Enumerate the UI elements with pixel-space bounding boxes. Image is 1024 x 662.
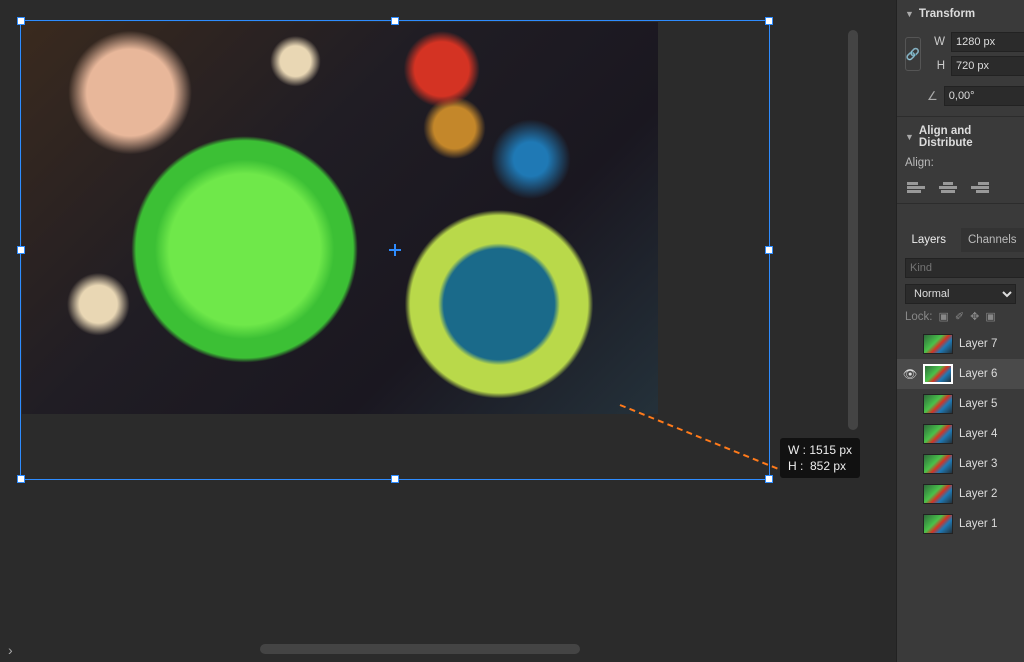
layer-thumbnail[interactable] — [923, 514, 953, 534]
lock-position-icon[interactable]: ✥ — [970, 310, 979, 323]
layer-name-label: Layer 5 — [959, 398, 997, 410]
lock-row: Lock: ▣ ✐ ✥ ▣ — [905, 310, 1016, 323]
layer-name-label: Layer 7 — [959, 338, 997, 350]
vertical-scrollbar[interactable] — [848, 30, 858, 430]
layer-thumbnail[interactable] — [923, 454, 953, 474]
handle-bottom-left[interactable] — [17, 475, 25, 483]
kind-filter-input[interactable] — [905, 258, 1024, 278]
layer-item[interactable]: Layer 3 — [897, 449, 1024, 479]
visibility-toggle[interactable] — [903, 427, 917, 441]
transform-title: Transform — [919, 8, 975, 20]
align-right-button[interactable] — [971, 177, 989, 193]
height-input[interactable] — [951, 56, 1024, 76]
eye-icon: 👁 — [903, 367, 918, 381]
transform-section: ▼ Transform 🔗 W H ∠ ▼ — [897, 0, 1024, 117]
layer-name-label: Layer 1 — [959, 518, 997, 530]
align-section: ▼ Align and Distribute Align: — [897, 117, 1024, 204]
layer-item[interactable]: Layer 5 — [897, 389, 1024, 419]
handle-top-left[interactable] — [17, 17, 25, 25]
layer-thumbnail[interactable] — [923, 394, 953, 414]
visibility-toggle[interactable] — [903, 457, 917, 471]
height-label: H — [931, 60, 945, 72]
visibility-toggle[interactable] — [903, 487, 917, 501]
align-title: Align and Distribute — [919, 125, 1016, 149]
layer-item[interactable]: Layer 4 — [897, 419, 1024, 449]
layer-name-label: Layer 6 — [959, 368, 997, 380]
tooltip-h: H : 852 px — [788, 459, 846, 473]
tab-layers[interactable]: Layers — [897, 228, 961, 252]
layer-thumbnail[interactable] — [923, 424, 953, 444]
canvas-area[interactable]: W : 1515 px H : 852 px › — [0, 0, 870, 662]
handle-middle-right[interactable] — [765, 246, 773, 254]
properties-panel: ▼ Transform 🔗 W H ∠ ▼ — [896, 0, 1024, 662]
angle-icon: ∠ — [927, 89, 938, 103]
visibility-toggle[interactable] — [903, 397, 917, 411]
transform-bounding-box[interactable] — [20, 20, 770, 480]
transform-origin-icon[interactable] — [389, 244, 401, 256]
resize-tooltip: W : 1515 px H : 852 px — [780, 438, 860, 478]
layer-name-label: Layer 3 — [959, 458, 997, 470]
layer-list: Layer 7 👁 Layer 6 Layer 5 Layer 4 Layer 3 Laye… — [897, 329, 1024, 539]
layer-controls: ▼ ■ Normal Lock: ▣ ✐ ✥ ▣ — [897, 252, 1024, 329]
lock-brush-icon[interactable]: ✐ — [955, 310, 964, 323]
transform-header[interactable]: ▼ Transform — [905, 8, 1016, 20]
tab-channels[interactable]: Channels — [961, 228, 1024, 252]
layer-item[interactable]: Layer 7 — [897, 329, 1024, 359]
layer-name-label: Layer 4 — [959, 428, 997, 440]
align-header[interactable]: ▼ Align and Distribute — [905, 125, 1016, 149]
rotation-input[interactable] — [944, 86, 1024, 106]
lock-artboard-icon[interactable]: ▣ — [985, 310, 995, 323]
horizontal-scrollbar[interactable] — [260, 644, 580, 654]
layer-thumbnail[interactable] — [923, 484, 953, 504]
width-label: W — [931, 36, 945, 48]
breadcrumb-toggle-icon[interactable]: › — [8, 642, 13, 658]
handle-middle-left[interactable] — [17, 246, 25, 254]
layer-thumbnail[interactable] — [923, 364, 953, 384]
handle-bottom-center[interactable] — [391, 475, 399, 483]
visibility-toggle[interactable]: 👁 — [903, 367, 917, 381]
layer-item[interactable]: 👁 Layer 6 — [897, 359, 1024, 389]
chevron-down-icon: ▼ — [905, 9, 914, 19]
link-icon: 🔗 — [906, 47, 920, 61]
align-center-button[interactable] — [939, 177, 957, 193]
layer-thumbnail[interactable] — [923, 334, 953, 354]
align-label: Align: — [905, 157, 1016, 169]
blend-mode-select[interactable]: Normal — [905, 284, 1016, 304]
visibility-toggle[interactable] — [903, 517, 917, 531]
handle-top-right[interactable] — [765, 17, 773, 25]
align-left-button[interactable] — [907, 177, 925, 193]
width-input[interactable] — [951, 32, 1024, 52]
layer-name-label: Layer 2 — [959, 488, 997, 500]
layers-tabs: Layers Channels — [897, 228, 1024, 252]
chevron-down-icon: ▼ — [905, 132, 914, 142]
lock-label: Lock: — [905, 311, 933, 323]
handle-top-center[interactable] — [391, 17, 399, 25]
visibility-toggle[interactable] — [903, 337, 917, 351]
link-wh-toggle[interactable]: 🔗 — [905, 37, 921, 71]
tooltip-w: W : 1515 px — [788, 443, 852, 457]
layer-item[interactable]: Layer 2 — [897, 479, 1024, 509]
layer-item[interactable]: Layer 1 — [897, 509, 1024, 539]
lock-transparency-icon[interactable]: ▣ — [939, 310, 949, 323]
handle-bottom-right[interactable] — [765, 475, 773, 483]
